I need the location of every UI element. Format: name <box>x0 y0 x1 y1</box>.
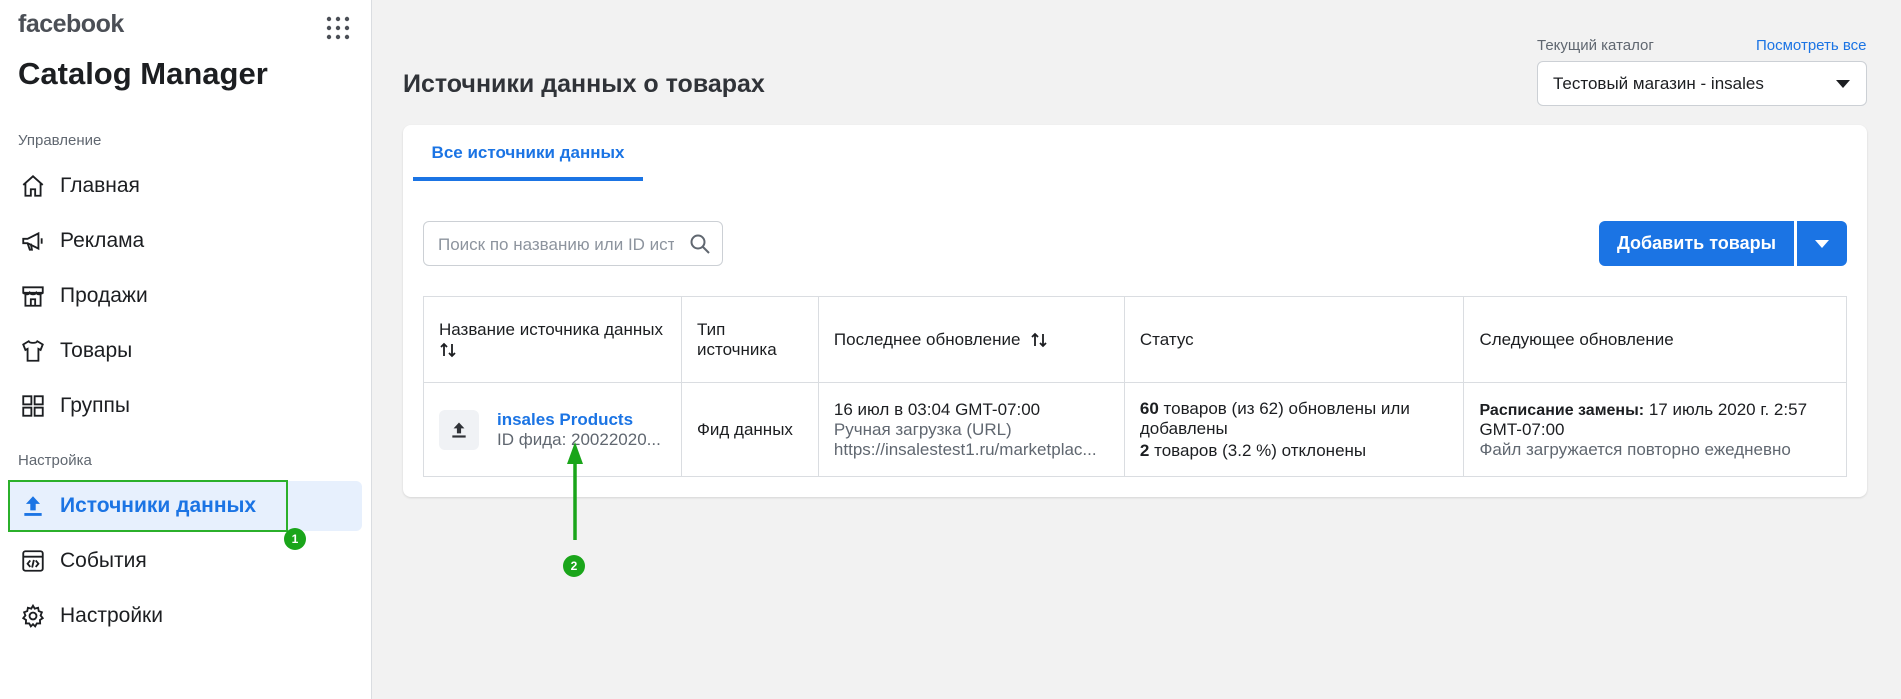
status-updated-count: 60 <box>1139 398 1159 418</box>
catalog-select[interactable]: Тестовый магазин - insales <box>1537 61 1867 106</box>
last-update-url: https://insalestest1.ru/marketplac... <box>833 439 1097 459</box>
facebook-logo[interactable]: facebook <box>18 10 124 39</box>
status-rejected-text: товаров (3.2 %) отклонены <box>1154 440 1367 460</box>
gear-icon <box>20 603 46 629</box>
sidebar-item-label: Реклама <box>60 229 145 252</box>
sort-icon[interactable] <box>439 342 457 358</box>
sidebar-item-label: Настройки <box>60 604 163 627</box>
section-label-manage: Управление <box>18 132 102 149</box>
next-update-note: Файл загружается повторно ежедневно <box>1479 439 1791 459</box>
cell-last-update: 16 июл в 03:04 GMT-07:00 Ручная загрузка… <box>817 382 1125 477</box>
sidebar-item-ads[interactable]: Реклама <box>8 216 362 266</box>
code-window-icon <box>20 548 46 574</box>
column-header-label: Последнее обновление <box>833 329 1021 349</box>
search-input[interactable] <box>436 232 676 258</box>
tab-active-indicator <box>413 177 643 181</box>
sidebar: facebook Catalog Manager Управление Глав… <box>0 0 372 699</box>
shop-icon <box>20 283 46 309</box>
column-header-next-update: Следующее обновление <box>1463 296 1847 383</box>
sidebar-item-home[interactable]: Главная <box>8 161 362 211</box>
megaphone-icon <box>20 228 46 254</box>
cell-next-update: Расписание замены: 17 июль 2020 г. 2:57 … <box>1463 382 1847 477</box>
annotation-arrow-icon <box>567 442 583 540</box>
sidebar-item-events[interactable]: События <box>8 536 362 586</box>
tshirt-icon <box>20 338 46 364</box>
sidebar-item-label: События <box>60 549 147 572</box>
last-update-date: 16 июл в 03:04 GMT-07:00 <box>833 399 1041 419</box>
sidebar-item-products[interactable]: Товары <box>8 326 362 376</box>
upload-icon <box>439 409 479 450</box>
catalog-label: Текущий каталог <box>1537 37 1654 54</box>
catalog-select-value: Тестовый магазин - insales <box>1553 73 1764 93</box>
chevron-down-icon <box>1836 80 1850 88</box>
status-rejected-count: 2 <box>1139 440 1150 460</box>
cell-type: Фид данных <box>680 382 819 477</box>
column-header-label: Название источника данных <box>439 319 663 339</box>
column-header-type: Тип источника <box>680 296 819 383</box>
search-box <box>423 221 723 266</box>
grid-squares-icon <box>20 393 46 419</box>
column-header-name[interactable]: Название источника данных <box>423 296 682 383</box>
source-name-link[interactable]: insales Products <box>497 410 661 430</box>
table-row[interactable]: insales Products ID фида: 20022020... Фи… <box>423 382 1847 477</box>
sidebar-item-label: Группы <box>60 394 130 417</box>
sidebar-item-sales[interactable]: Продажи <box>8 271 362 321</box>
annotation-highlight-box <box>8 480 288 532</box>
tab-all-data-sources[interactable]: Все источники данных <box>413 125 643 180</box>
search-icon[interactable] <box>688 232 712 256</box>
data-sources-card: Все источники данных Добавить товары Наз… <box>403 125 1867 497</box>
annotation-marker-2: 2 <box>563 555 585 577</box>
home-icon <box>20 173 46 199</box>
column-header-last-update[interactable]: Последнее обновление <box>817 296 1125 383</box>
section-label-settings: Настройка <box>18 452 92 469</box>
column-header-status: Статус <box>1123 296 1465 383</box>
data-sources-table: Название источника данных Тип источника … <box>423 296 1847 477</box>
add-products-dropdown-button[interactable] <box>1797 221 1847 266</box>
sidebar-item-label: Главная <box>60 174 140 197</box>
cell-status: 60 товаров (из 62) обновлены или добавле… <box>1123 382 1465 477</box>
last-update-method: Ручная загрузка (URL) <box>833 419 1012 439</box>
app-grid-icon[interactable] <box>326 16 350 40</box>
next-update-label: Расписание замены: <box>1479 401 1645 419</box>
sort-icon[interactable] <box>1030 332 1048 348</box>
chevron-down-icon <box>1815 240 1829 248</box>
status-updated-text: товаров (из 62) обновлены или добавлены <box>1139 398 1410 438</box>
sidebar-item-label: Товары <box>60 339 133 362</box>
table-header-row: Название источника данных Тип источника … <box>423 296 1847 383</box>
page-title: Источники данных о товарах <box>403 70 765 98</box>
sidebar-item-groups[interactable]: Группы <box>8 381 362 431</box>
sidebar-item-settings[interactable]: Настройки <box>8 591 362 641</box>
app-title: Catalog Manager <box>18 56 268 91</box>
sidebar-item-label: Продажи <box>60 284 148 307</box>
see-all-link[interactable]: Посмотреть все <box>1756 37 1867 54</box>
add-products-button[interactable]: Добавить товары <box>1599 221 1794 266</box>
cell-name: insales Products ID фида: 20022020... <box>423 382 682 477</box>
